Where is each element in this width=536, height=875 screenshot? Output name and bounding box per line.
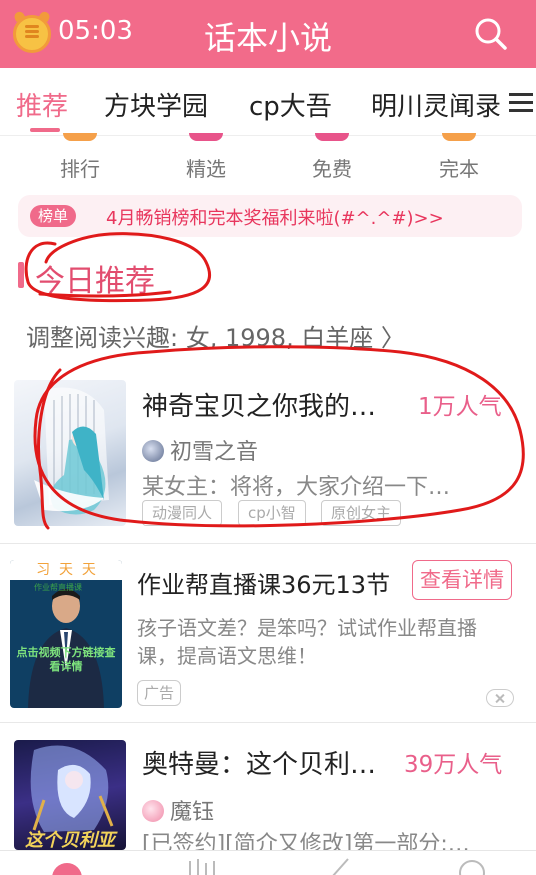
completed-icon (442, 133, 476, 141)
category-tabs: 推荐 方块学园 cp大吾 明川灵闻录 (0, 68, 536, 136)
profile-icon[interactable] (452, 857, 492, 875)
active-tab-indicator (30, 128, 60, 132)
book-popularity: 1万人气 (418, 394, 502, 420)
book-tag[interactable]: 原创女主 (321, 500, 402, 526)
book-card[interactable]: 神奇宝贝之你我的… 1万人气 初雪之音 某女主：将将，大家介绍一下… 动漫同人 … (0, 370, 536, 530)
card-divider (0, 543, 536, 544)
tab-recommend[interactable]: 推荐 (16, 86, 68, 123)
quick-nav-label: 免费 (312, 157, 352, 181)
book-intro: 某女主：将将，大家介绍一下… (142, 475, 451, 500)
book-title: 神奇宝贝之你我的… (142, 392, 377, 422)
book-card[interactable]: 这个贝利亚 奥特曼：这个贝利… 39万人气 魔钰 [已签约][简介又修改]第一部… (0, 730, 536, 857)
book-tag[interactable]: 动漫同人 (142, 500, 223, 526)
free-icon (315, 133, 349, 141)
bottom-navigation (0, 850, 536, 875)
book-cover (14, 380, 126, 526)
announcement-text: 4月畅销榜和完本奖福利来啦(#^.^#)>> (106, 208, 444, 229)
ranking-badge: 榜单 (30, 205, 77, 227)
cover-title-text: 这个贝利亚 (25, 830, 115, 850)
book-author: 魔钰 (142, 794, 214, 826)
section-title: 今日推荐 (35, 264, 155, 299)
search-icon[interactable] (474, 17, 508, 51)
close-ad-icon[interactable] (486, 689, 514, 707)
quick-nav-label: 排行 (60, 157, 100, 181)
write-icon[interactable] (318, 857, 358, 875)
ranking-icon (63, 133, 97, 141)
book-cover: 这个贝利亚 (14, 740, 126, 850)
tab-cp[interactable]: cp大吾 (249, 86, 332, 123)
author-avatar (142, 440, 164, 462)
book-popularity: 39万人气 (404, 752, 503, 778)
view-details-button[interactable]: 查看详情 (412, 560, 512, 600)
ad-title: 作业帮直播课36元13节 (137, 571, 391, 599)
book-tag[interactable]: cp小智 (238, 500, 306, 526)
tab-fangkuai[interactable]: 方块学园 (104, 86, 208, 123)
book-author: 初雪之音 (142, 434, 258, 466)
announcement-banner[interactable]: 榜单 4月畅销榜和完本奖福利来啦(#^.^#)>> (18, 195, 522, 237)
quick-nav-label: 完本 (439, 157, 479, 181)
author-avatar (142, 800, 164, 822)
quick-nav-label: 精选 (186, 157, 226, 181)
tab-mingchuan[interactable]: 明川灵闻录 (371, 86, 501, 123)
ad-description: 孩子语文差？是笨吗？试试作业帮直播课，提高语文思维！ (137, 616, 477, 668)
author-name: 初雪之音 (170, 440, 259, 465)
featured-icon (189, 133, 223, 141)
ad-label: 广告 (137, 680, 182, 706)
menu-icon[interactable] (506, 90, 536, 114)
quick-nav: 排行 精选 免费 完本 (0, 133, 536, 185)
section-accent-bar (18, 262, 24, 288)
book-title: 奥特曼：这个贝利… (142, 750, 377, 780)
home-icon[interactable] (48, 857, 88, 875)
author-name: 魔钰 (170, 800, 215, 825)
bookshelf-icon[interactable] (182, 857, 222, 875)
ad-image-brand: 作业帮直播课 (34, 583, 82, 592)
reading-interest-link[interactable]: 调整阅读兴趣: 女, 1998, 白羊座 〉 (26, 318, 405, 353)
card-divider (0, 722, 536, 723)
ad-image: 习 天 天 点击视频下方链接查看详情 作业帮直播课 (10, 560, 122, 708)
cover-illustration (34, 387, 109, 515)
app-header: 05:03 话本小说 (0, 0, 536, 68)
ad-image-caption: 点击视频下方链接查看详情 (16, 646, 116, 673)
app-title: 话本小说 (203, 19, 332, 57)
